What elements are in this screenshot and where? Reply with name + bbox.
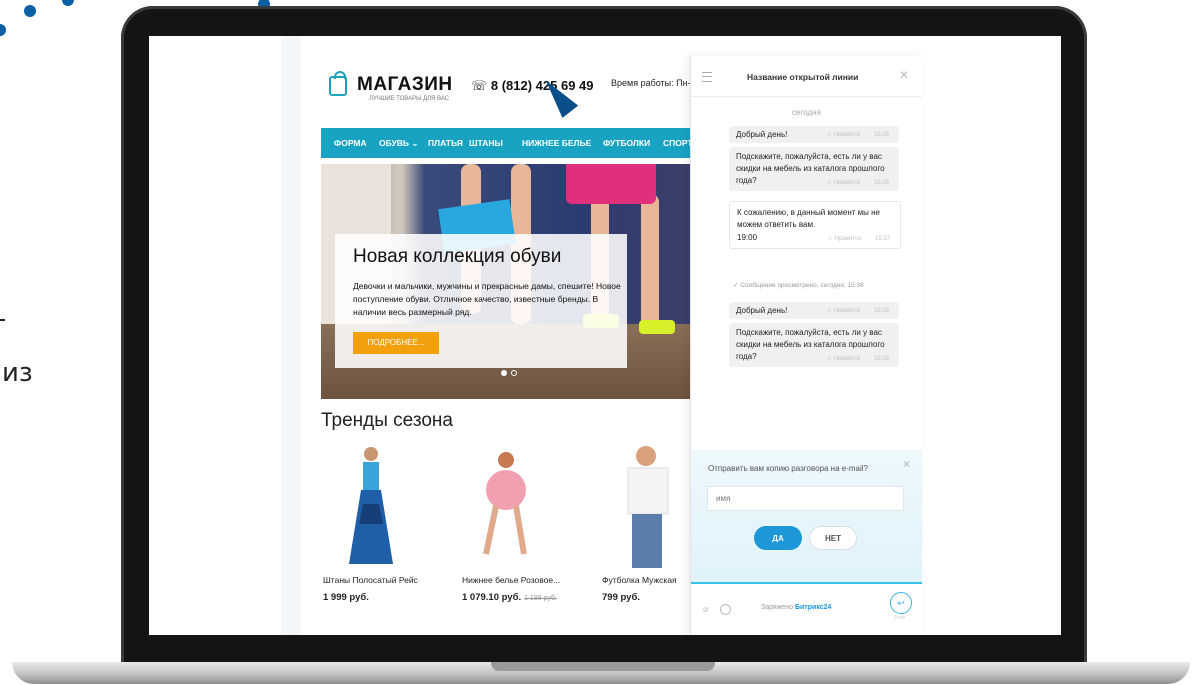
working-hours: Время работы: Пн-Вс	[611, 78, 691, 88]
brand-name[interactable]: Битрикс24	[795, 604, 831, 611]
no-button[interactable]: НЕТ	[809, 526, 857, 550]
attach-icon[interactable]: ⌀	[703, 604, 708, 615]
product-image	[627, 446, 669, 568]
powered-by: Заряжено Битрикс24	[761, 604, 831, 611]
fragment-text: из	[2, 358, 33, 388]
decor-dot	[0, 24, 6, 36]
like-link[interactable]: ☺ Нравится	[826, 308, 860, 314]
hero-yellow-shoe-image	[639, 320, 675, 334]
message-text: Подскажите, пожалуйста, есть ли у вас ск…	[736, 328, 885, 361]
like-link[interactable]: ☺ Нравится	[826, 180, 860, 186]
more-button[interactable]: ПОДРОБНЕЕ...	[353, 332, 439, 354]
operator-message: К сожалению, в данный момент мы не можем…	[729, 201, 901, 249]
hero-text: Девочки и мальчики, мужчины и прекрасные…	[353, 281, 621, 317]
logo-name: МАГАЗИН	[357, 74, 453, 95]
like-link[interactable]: ☺ Нравится	[827, 236, 861, 242]
message-text: Добрый день!	[736, 130, 788, 139]
old-price: 1 199 руб.	[524, 595, 557, 602]
price-value: 1 999 руб.	[323, 592, 369, 603]
powered-prefix: Заряжено	[761, 604, 794, 611]
product-name[interactable]: Штаны Полосатый Рейс	[323, 575, 418, 585]
close-icon[interactable]: ✕	[902, 458, 911, 471]
message-time: 15:39	[874, 356, 890, 362]
product-price: 1 999 руб.	[323, 592, 369, 603]
like-text: Нравится	[833, 356, 861, 362]
chat-message: Добрый день! ☺ Нравится 15:39	[729, 302, 899, 319]
yes-button[interactable]: ДА	[754, 526, 802, 550]
date-separator: сегодня	[792, 108, 821, 117]
product-card[interactable]: Футболка Мужская 799 руб.	[582, 444, 691, 614]
product-price: 799 руб.	[602, 592, 640, 603]
chat-message: Подскажите, пожалуйста, есть ли у вас ск…	[729, 323, 899, 367]
chat-panel: Название открытой линии ✕ сегодня Добрый…	[690, 56, 922, 635]
page-side-shade	[281, 36, 301, 635]
hero-leg-image	[641, 194, 659, 334]
hero-title: Новая коллекция обуви	[353, 246, 562, 267]
nav-item-shtany[interactable]: ШТАНЫ	[469, 138, 503, 148]
shopping-bag-icon	[329, 71, 347, 96]
smile-icon[interactable]	[720, 604, 731, 615]
hero-pink-bag-image	[566, 164, 656, 204]
phone-number[interactable]: ☏ 8 (812) 425 69 49	[471, 78, 594, 94]
chat-message: Подскажите, пожалуйста, есть ли у вас ск…	[729, 147, 899, 191]
send-icon[interactable]: ↩	[890, 592, 912, 614]
like-link[interactable]: ☺ Нравится	[826, 132, 860, 138]
trends-title: Тренды сезона	[321, 410, 453, 431]
phone-icon: ☏	[471, 78, 491, 93]
nav-item-sport[interactable]: СПОРТ	[663, 138, 691, 148]
like-text: Нравится	[834, 236, 862, 242]
slider-dot-active[interactable]	[501, 370, 507, 376]
chat-footer: ⌀ Заряжено Битрикс24 ↩ Enter	[691, 584, 922, 635]
message-text: К сожалению, в данный момент мы не можем…	[737, 208, 880, 229]
seen-text: Сообщение просмотрено, сегодня, 15:38	[740, 282, 864, 289]
product-image	[483, 452, 527, 555]
fragment-dash	[0, 319, 5, 321]
laptop-notch	[491, 662, 715, 671]
logo-tagline: ЛУЧШИЕ ТОВАРЫ ДЛЯ ВАС	[369, 96, 450, 102]
hero-slider[interactable]: Новая коллекция обуви Девочки и мальчики…	[321, 164, 691, 399]
message-time: 15:36	[874, 180, 890, 186]
nav-item-futbolki[interactable]: ФУТБОЛКИ	[603, 138, 650, 148]
laptop-screen: МАГАЗИН ЛУЧШИЕ ТОВАРЫ ДЛЯ ВАС ☏ 8 (812) …	[149, 36, 1061, 635]
chat-header: Название открытой линии ✕	[691, 56, 922, 97]
message-time: 15:36	[874, 132, 890, 138]
nav-item-forma[interactable]: ФОРМА	[334, 138, 367, 148]
like-text: Нравится	[833, 132, 861, 138]
main-nav: ФОРМА ОБУВЬ ⌄ ПЛАТЬЯ ШТАНЫ НИЖНЕЕ БЕЛЬЕ …	[321, 128, 691, 158]
product-name[interactable]: Нижнее белье Розовое...	[462, 575, 560, 585]
product-price: 1 079.10 руб. 1 199 руб.	[462, 592, 557, 603]
slider-dot[interactable]	[511, 370, 517, 376]
product-name[interactable]: Футболка Мужская	[602, 575, 677, 585]
message-time: 15:39	[874, 308, 890, 314]
nav-item-obuv[interactable]: ОБУВЬ ⌄	[379, 138, 419, 149]
message-time: 15:37	[875, 236, 891, 242]
send-label: Enter	[894, 615, 906, 621]
name-input[interactable]	[707, 486, 904, 511]
product-card[interactable]: Нижнее белье Розовое... 1 079.10 руб. 1 1…	[442, 444, 572, 614]
seen-status: ✓ Сообщение просмотрено, сегодня, 15:38	[733, 282, 864, 289]
product-card[interactable]: Штаны Полосатый Рейс 1 999 руб.	[303, 444, 433, 614]
close-icon[interactable]: ✕	[899, 68, 909, 82]
like-text: Нравится	[833, 180, 861, 186]
like-text: Нравится	[833, 308, 861, 314]
email-copy-form: Отправить вам копию разговора на e-mail?…	[691, 450, 922, 584]
chat-message: Добрый день! ☺ Нравится 15:36	[729, 126, 899, 143]
decor-dot	[24, 5, 36, 17]
nav-item-belie[interactable]: НИЖНЕЕ БЕЛЬЕ	[522, 138, 591, 148]
shop-site: МАГАЗИН ЛУЧШИЕ ТОВАРЫ ДЛЯ ВАС ☏ 8 (812) …	[301, 36, 691, 635]
email-question: Отправить вам копию разговора на e-mail?	[708, 464, 869, 473]
hero-card: Новая коллекция обуви Девочки и мальчики…	[335, 234, 627, 368]
like-link[interactable]: ☺ Нравится	[826, 356, 860, 362]
message-text: Добрый день!	[736, 306, 788, 315]
price-value: 799 руб.	[602, 592, 640, 603]
price-value: 1 079.10 руб.	[462, 592, 522, 603]
nav-item-platya[interactable]: ПЛАТЬЯ	[428, 138, 463, 148]
decor-dot	[62, 0, 74, 6]
message-subtime: 19:00	[737, 233, 758, 242]
product-image	[349, 447, 393, 564]
chat-title: Название открытой линии	[747, 72, 859, 82]
menu-icon[interactable]	[702, 72, 712, 82]
message-text: Подскажите, пожалуйста, есть ли у вас ск…	[736, 152, 885, 185]
